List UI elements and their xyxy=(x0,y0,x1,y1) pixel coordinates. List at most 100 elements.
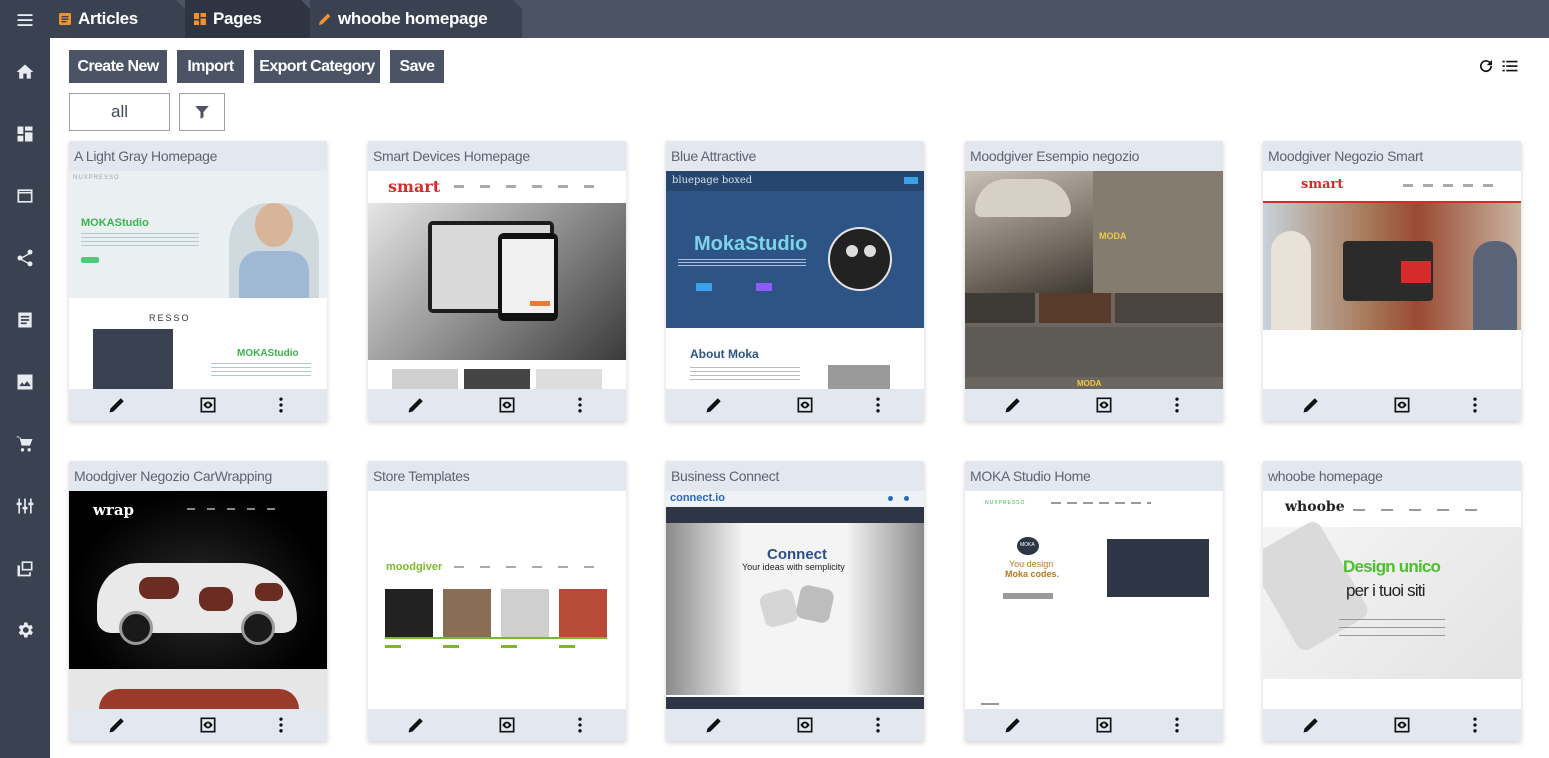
more-options-icon[interactable] xyxy=(866,713,890,737)
card-title: Moodgiver Negozio CarWrapping xyxy=(69,461,327,491)
thumb-heading: MODA xyxy=(1077,379,1102,388)
thumb-heading: MODA xyxy=(1099,231,1127,241)
edit-icon[interactable] xyxy=(702,393,726,417)
page-card[interactable]: Blue Attractive bluepage boxed MokaStudi… xyxy=(666,141,924,421)
page-card[interactable]: whoobe homepage whoobe Design unico per … xyxy=(1263,461,1521,741)
card-thumbnail[interactable]: connect.io Connect Your ideas with sempl… xyxy=(666,491,924,709)
page-card[interactable]: Moodgiver Esempio negozio MODA MODA xyxy=(965,141,1223,421)
cart-icon[interactable] xyxy=(0,424,50,464)
thumb-logo: moodgiver xyxy=(386,561,443,573)
card-thumbnail[interactable]: bluepage boxed MokaStudio About Moka xyxy=(666,171,924,389)
card-title: MOKA Studio Home xyxy=(965,461,1223,491)
more-options-icon[interactable] xyxy=(269,713,293,737)
category-filter-input[interactable]: all xyxy=(69,93,170,131)
card-title: Smart Devices Homepage xyxy=(368,141,626,171)
tab-label: whoobe homepage xyxy=(338,9,488,28)
more-options-icon[interactable] xyxy=(269,393,293,417)
card-actions xyxy=(69,389,327,421)
pages-icon xyxy=(193,12,207,26)
card-thumbnail[interactable]: moodgiver xyxy=(368,491,626,709)
refresh-icon[interactable] xyxy=(1476,56,1496,76)
preview-icon[interactable] xyxy=(1092,713,1116,737)
page-card[interactable]: Moodgiver Negozio CarWrapping wrap xyxy=(69,461,327,741)
preview-icon[interactable] xyxy=(793,713,817,737)
preview-icon[interactable] xyxy=(1390,393,1414,417)
preview-icon[interactable] xyxy=(1092,393,1116,417)
sliders-icon[interactable] xyxy=(0,486,50,526)
edit-icon[interactable] xyxy=(702,713,726,737)
image-icon[interactable] xyxy=(0,362,50,402)
card-actions xyxy=(1263,709,1521,741)
thumb-heading: MokaStudio xyxy=(694,233,808,255)
more-options-icon[interactable] xyxy=(1165,393,1189,417)
edit-icon[interactable] xyxy=(1299,713,1323,737)
save-button[interactable]: Save xyxy=(390,50,444,83)
view-controls xyxy=(1476,56,1520,76)
page-card[interactable]: Business Connect connect.io Connect Your… xyxy=(666,461,924,741)
home-icon[interactable] xyxy=(0,52,50,92)
list-view-icon[interactable] xyxy=(1500,56,1520,76)
preview-icon[interactable] xyxy=(495,713,519,737)
tab-whoobe-homepage[interactable]: whoobe homepage xyxy=(310,0,522,38)
card-actions xyxy=(368,709,626,741)
tab-articles[interactable]: Articles xyxy=(50,0,185,38)
thumb-logo: whoobe xyxy=(1285,499,1345,515)
edit-icon[interactable] xyxy=(1299,393,1323,417)
page-card[interactable]: A Light Gray Homepage NUXPRESSO MOKAStud… xyxy=(69,141,327,421)
more-options-icon[interactable] xyxy=(568,713,592,737)
more-options-icon[interactable] xyxy=(568,393,592,417)
page-card[interactable]: Moodgiver Negozio Smart smart xyxy=(1263,141,1521,421)
card-thumbnail[interactable]: smart xyxy=(368,171,626,389)
thumb-logo: connect.io xyxy=(670,492,726,504)
menu-icon[interactable] xyxy=(0,0,50,40)
edit-icon[interactable] xyxy=(1001,393,1025,417)
thumb-logo: smart xyxy=(1301,177,1344,192)
card-actions xyxy=(666,709,924,741)
more-options-icon[interactable] xyxy=(866,393,890,417)
preview-icon[interactable] xyxy=(196,713,220,737)
card-actions xyxy=(368,389,626,421)
stack-icon[interactable] xyxy=(0,548,50,588)
preview-icon[interactable] xyxy=(793,393,817,417)
article-icon[interactable] xyxy=(0,300,50,340)
card-thumbnail[interactable]: smart xyxy=(1263,171,1521,389)
card-thumbnail[interactable]: NUXPRESSO MOKA You design Moka codes. xyxy=(965,491,1223,709)
browser-window-icon[interactable] xyxy=(0,176,50,216)
more-options-icon[interactable] xyxy=(1165,713,1189,737)
edit-icon[interactable] xyxy=(404,713,428,737)
thumb-badge: MOKA xyxy=(1020,542,1035,548)
card-thumbnail[interactable]: NUXPRESSO MOKAStudio RESSO MOKAStudio xyxy=(69,171,327,389)
edit-icon[interactable] xyxy=(1001,713,1025,737)
card-title: Moodgiver Esempio negozio xyxy=(965,141,1223,171)
thumb-logo: wrap xyxy=(93,501,135,519)
preview-icon[interactable] xyxy=(1390,713,1414,737)
tab-label: Pages xyxy=(213,9,262,28)
page-card[interactable]: Smart Devices Homepage smart xyxy=(368,141,626,421)
edit-icon[interactable] xyxy=(105,393,129,417)
more-options-icon[interactable] xyxy=(1463,393,1487,417)
filter-icon xyxy=(195,106,209,119)
preview-icon[interactable] xyxy=(495,393,519,417)
card-title: Store Templates xyxy=(368,461,626,491)
card-thumbnail[interactable]: whoobe Design unico per i tuoi siti xyxy=(1263,491,1521,709)
import-button[interactable]: Import xyxy=(177,50,244,83)
card-actions xyxy=(69,709,327,741)
more-options-icon[interactable] xyxy=(1463,713,1487,737)
card-actions xyxy=(965,389,1223,421)
page-card[interactable]: MOKA Studio Home NUXPRESSO MOKA You desi… xyxy=(965,461,1223,741)
card-thumbnail[interactable]: MODA MODA xyxy=(965,171,1223,389)
card-thumbnail[interactable]: wrap xyxy=(69,491,327,709)
dashboard-icon[interactable] xyxy=(0,114,50,154)
gear-icon[interactable] xyxy=(0,610,50,650)
create-new-button[interactable]: Create New xyxy=(69,50,167,83)
card-actions xyxy=(666,389,924,421)
share-icon[interactable] xyxy=(0,238,50,278)
filter-button[interactable] xyxy=(179,93,225,131)
edit-icon[interactable] xyxy=(404,393,428,417)
page-card[interactable]: Store Templates moodgiver xyxy=(368,461,626,741)
preview-icon[interactable] xyxy=(196,393,220,417)
tab-pages[interactable]: Pages xyxy=(185,0,310,38)
card-actions xyxy=(1263,389,1521,421)
export-category-button[interactable]: Export Category xyxy=(254,50,380,83)
edit-icon[interactable] xyxy=(105,713,129,737)
